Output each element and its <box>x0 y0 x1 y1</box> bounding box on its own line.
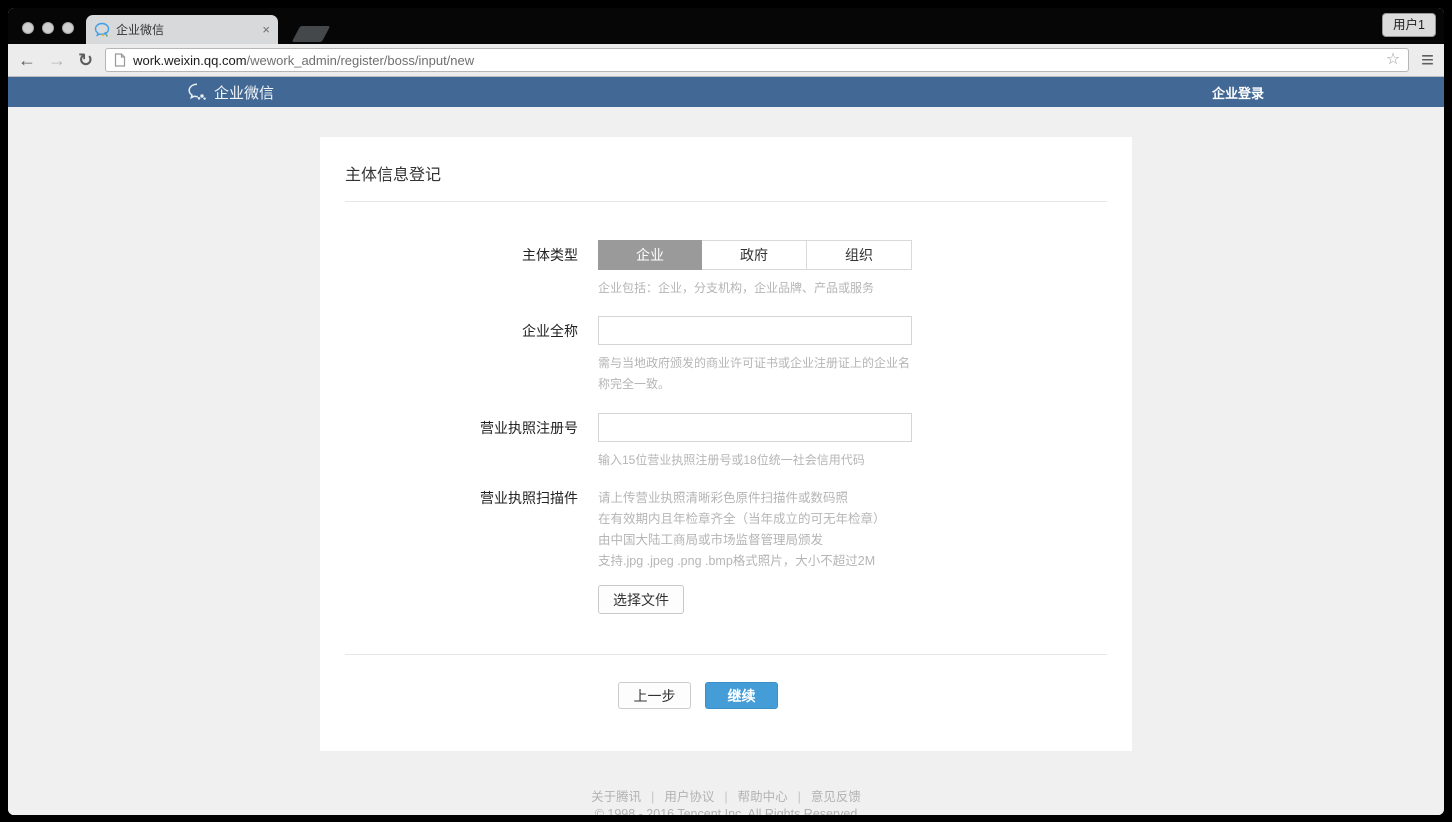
license-number-helper: 输入15位营业执照注册号或18位统一社会信用代码 <box>598 450 918 470</box>
subject-type-label: 主体类型 <box>345 240 598 298</box>
company-name-label: 企业全称 <box>345 316 598 395</box>
browser-menu-icon[interactable]: ≡ <box>1421 49 1434 71</box>
registration-card: 主体信息登记 主体类型 企业 政府 组织 企业包括：企业，分支机构，企业品牌、产… <box>320 137 1132 751</box>
browser-window: 企业微信 × 用户1 ← → ↻ work.weixin.qq.com/wewo… <box>8 8 1444 815</box>
tab-favicon-wework-icon <box>94 22 110 38</box>
footer-links: 关于腾讯 | 用户协议 | 帮助中心 | 意见反馈 <box>8 789 1444 806</box>
window-close-button[interactable] <box>22 22 34 34</box>
tab-close-icon[interactable]: × <box>262 23 270 36</box>
site-navbar: 企业微信 企业登录 <box>8 77 1444 107</box>
license-scan-label: 营业执照扫描件 <box>345 488 598 614</box>
license-scan-helper-line: 在有效期内且年检章齐全（当年成立的可无年检章） <box>598 509 1018 530</box>
footer-link-about[interactable]: 关于腾讯 <box>591 790 641 804</box>
window-minimize-button[interactable] <box>42 22 54 34</box>
page-content: 主体信息登记 主体类型 企业 政府 组织 企业包括：企业，分支机构，企业品牌、产… <box>8 107 1444 815</box>
window-zoom-button[interactable] <box>62 22 74 34</box>
choose-file-button[interactable]: 选择文件 <box>598 585 684 614</box>
subject-type-row: 主体类型 企业 政府 组织 企业包括：企业，分支机构，企业品牌、产品或服务 <box>345 240 1107 298</box>
enterprise-login-link[interactable]: 企业登录 <box>1212 83 1264 102</box>
tab-enterprise[interactable]: 企业 <box>598 240 702 270</box>
browser-profile-button[interactable]: 用户1 <box>1382 13 1436 37</box>
page-document-icon <box>114 53 126 67</box>
browser-toolbar: ← → ↻ work.weixin.qq.com/wework_admin/re… <box>8 44 1444 77</box>
company-name-helper: 需与当地政府颁发的商业许可证书或企业注册证上的企业名称完全一致。 <box>598 353 912 395</box>
form-actions: 上一步 继续 <box>345 655 1107 709</box>
company-name-input[interactable] <box>598 316 912 345</box>
page-footer: 关于腾讯 | 用户协议 | 帮助中心 | 意见反馈 © 1998 - 2016 Tencen… <box>8 789 1444 815</box>
wework-bubble-icon <box>188 83 208 101</box>
license-scan-row: 营业执照扫描件 请上传营业执照清晰彩色原件扫描件或数码照 在有效期内且年检章齐全… <box>345 488 1107 614</box>
footer-link-feedback[interactable]: 意见反馈 <box>811 790 861 804</box>
license-scan-helper-line: 支持.jpg .jpeg .png .bmp格式照片，大小不超过2M <box>598 551 1018 572</box>
continue-button[interactable]: 继续 <box>705 682 778 709</box>
browser-tab[interactable]: 企业微信 × <box>86 15 278 44</box>
previous-step-button[interactable]: 上一步 <box>618 682 691 709</box>
new-tab-button[interactable] <box>292 26 331 42</box>
footer-separator: | <box>798 790 801 804</box>
window-controls <box>22 22 74 34</box>
tab-government[interactable]: 政府 <box>701 241 806 269</box>
wework-logo[interactable]: 企业微信 <box>188 82 274 103</box>
bookmark-star-icon[interactable]: ☆ <box>1386 52 1400 68</box>
back-icon[interactable]: ← <box>18 51 36 69</box>
license-number-label: 营业执照注册号 <box>345 413 598 470</box>
license-scan-helper-line: 由中国大陆工商局或市场监督管理局颁发 <box>598 530 1018 551</box>
url-domain: work.weixin.qq.com <box>133 53 246 68</box>
footer-separator: | <box>651 790 654 804</box>
brand-name: 企业微信 <box>214 82 274 103</box>
footer-separator: | <box>724 790 727 804</box>
subject-type-tabset: 企业 政府 组织 <box>598 240 912 270</box>
subject-type-helper: 企业包括：企业，分支机构，企业品牌、产品或服务 <box>598 278 918 298</box>
footer-copyright: © 1998 - 2016 Tencent Inc. All Rights Re… <box>8 806 1444 815</box>
company-name-row: 企业全称 需与当地政府颁发的商业许可证书或企业注册证上的企业名称完全一致。 <box>345 316 1107 395</box>
license-scan-helper: 请上传营业执照清晰彩色原件扫描件或数码照 在有效期内且年检章齐全（当年成立的可无… <box>598 488 1018 572</box>
license-number-input[interactable] <box>598 413 912 442</box>
forward-icon: → <box>48 51 66 69</box>
license-number-row: 营业执照注册号 输入15位营业执照注册号或18位统一社会信用代码 <box>345 413 1107 470</box>
tab-organization[interactable]: 组织 <box>806 241 911 269</box>
url-path: /wework_admin/register/boss/input/new <box>247 53 475 68</box>
tab-title: 企业微信 <box>116 21 256 38</box>
registration-form: 主体类型 企业 政府 组织 企业包括：企业，分支机构，企业品牌、产品或服务 企业… <box>345 202 1107 709</box>
address-bar[interactable]: work.weixin.qq.com/wework_admin/register… <box>105 48 1409 72</box>
page-title: 主体信息登记 <box>345 137 1107 201</box>
browser-titlebar: 企业微信 × 用户1 <box>8 8 1444 44</box>
url-text[interactable]: work.weixin.qq.com/wework_admin/register… <box>133 53 1379 68</box>
footer-link-help[interactable]: 帮助中心 <box>738 790 788 804</box>
reload-icon[interactable]: ↻ <box>78 51 93 69</box>
license-scan-helper-line: 请上传营业执照清晰彩色原件扫描件或数码照 <box>598 488 1018 509</box>
footer-link-agreement[interactable]: 用户协议 <box>664 790 714 804</box>
